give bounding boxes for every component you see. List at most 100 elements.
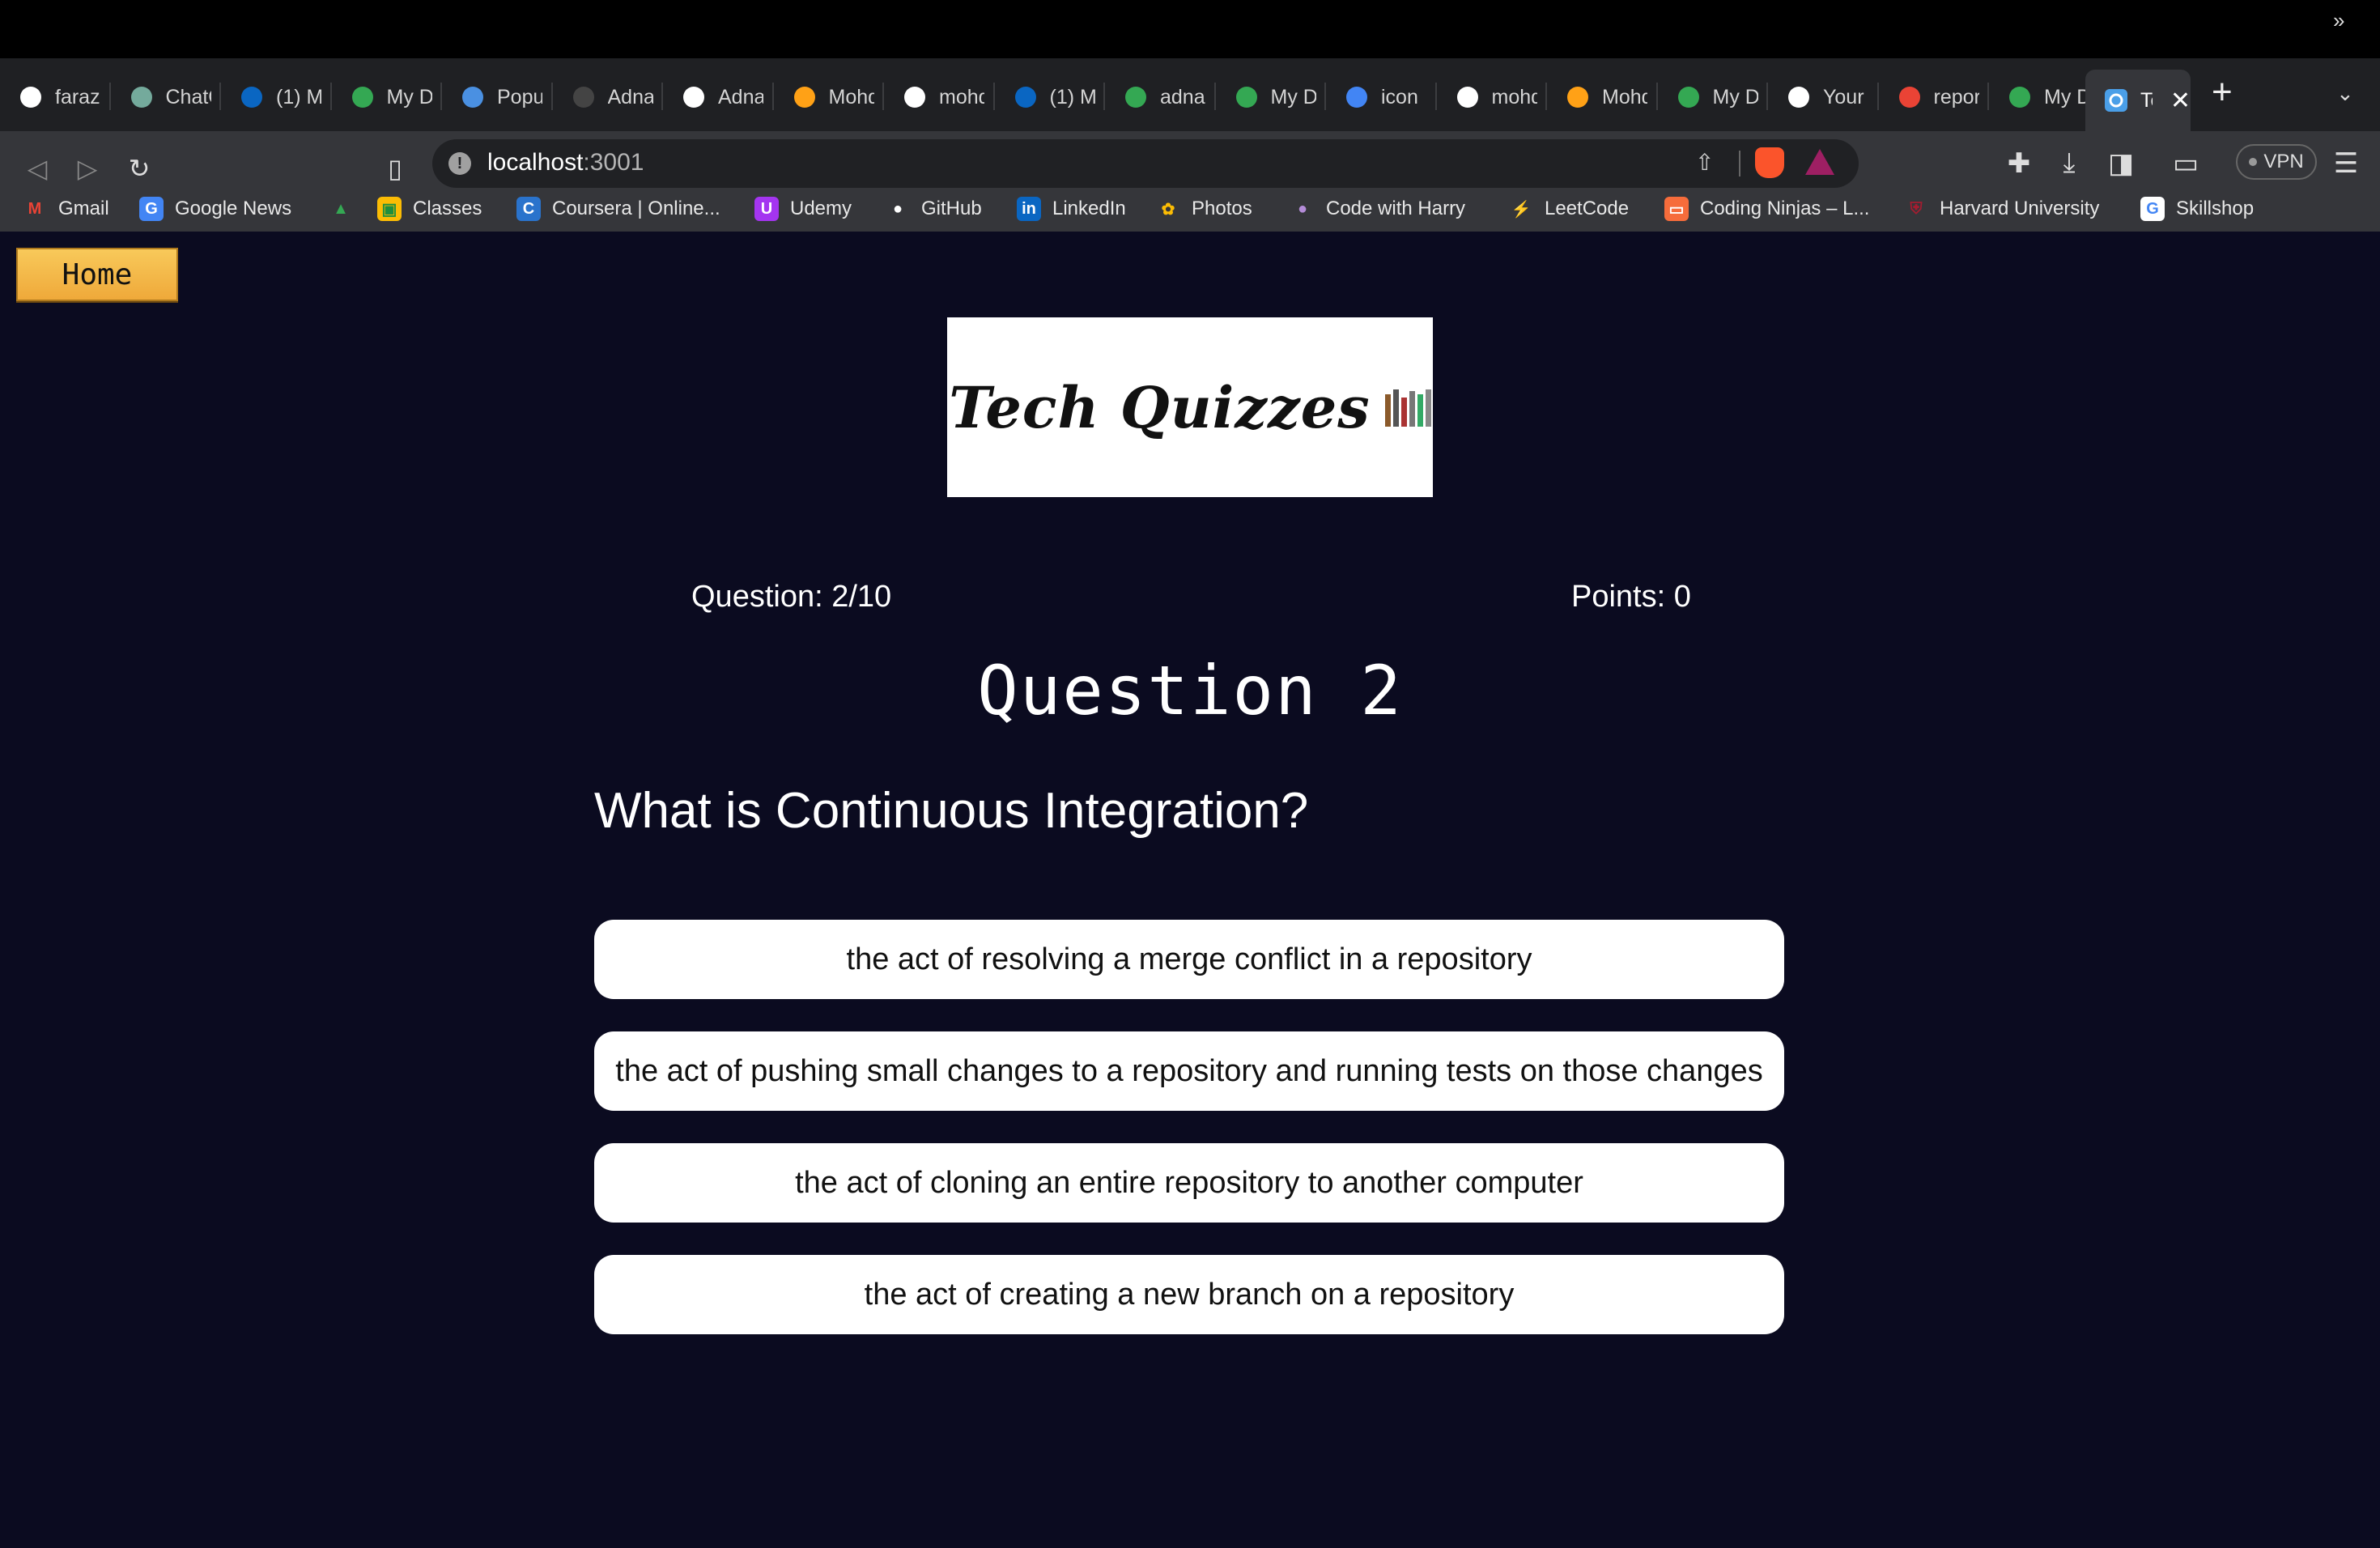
browser-tab[interactable]: Your (1768, 71, 1879, 123)
browser-tab[interactable]: ChatGPT (111, 71, 221, 123)
tab-title: Mohd (828, 85, 874, 108)
bookmark-label: Udemy (790, 198, 852, 219)
close-tab-icon[interactable]: ✕ (2170, 87, 2191, 115)
browser-tab[interactable]: Mohd (774, 71, 884, 123)
bookmark-label: Coding Ninjas – L... (1700, 198, 1870, 219)
tab-title: (1) My (1049, 85, 1095, 108)
site-info-icon[interactable]: ! (448, 152, 471, 175)
bookmarks-overflow-icon[interactable]: » (2333, 8, 2344, 33)
bookmark-item[interactable]: ⛨ Harvard University (1904, 194, 2100, 223)
answer-option-3[interactable]: the act of cloning an entire repository … (594, 1143, 1784, 1223)
downloads-icon[interactable]: ⤓ (2051, 147, 2087, 179)
answer-option-2[interactable]: the act of pushing small changes to a re… (594, 1031, 1784, 1111)
wallet-icon[interactable]: ▭ (2168, 147, 2204, 180)
codingninjas-icon: ▭ (1664, 197, 1689, 221)
question-text: What is Continuous Integration? (594, 783, 1309, 839)
brave-shields-icon[interactable] (1755, 147, 1784, 178)
home-button[interactable]: Home (16, 248, 178, 301)
browser-tab[interactable]: Adnan (553, 71, 663, 123)
bookmark-item[interactable]: U Udemy (754, 194, 852, 223)
leetcode-icon (1565, 84, 1591, 110)
bookmark-item[interactable]: ▣ Classes (377, 194, 482, 223)
bookmark-item[interactable]: ✿ Photos (1156, 194, 1252, 223)
tab-title: mohd (939, 85, 984, 108)
reload-icon[interactable]: ↻ (120, 149, 159, 188)
browser-tab[interactable]: mohd (884, 71, 995, 123)
browser-tab[interactable]: adnan (1105, 71, 1216, 123)
browser-tab[interactable]: Adnan (663, 71, 774, 123)
brave-rewards-icon[interactable] (1805, 149, 1834, 175)
github-icon: ● (892, 199, 903, 218)
tab-title: faraz (55, 85, 100, 108)
browser-tab[interactable]: (1) My (221, 71, 332, 123)
browser-tab[interactable]: faraz (0, 71, 111, 123)
codepen-icon (460, 84, 486, 110)
bookmark-item[interactable]: G Google News (139, 194, 291, 223)
bookmark-item[interactable]: ⚡ LeetCode (1509, 194, 1630, 223)
github-icon (902, 84, 928, 110)
tab-title: ChatGPT (165, 85, 211, 108)
menu-icon[interactable]: ☰ (2328, 147, 2364, 180)
github-icon (681, 84, 707, 110)
tab-strip: faraz ChatGPT (1) My My Drive Popular Adnan Ad… (0, 58, 2380, 131)
bookmark-item[interactable]: G Skillshop (2140, 194, 2254, 223)
question-counter: Question: 2/10 (691, 580, 892, 614)
bookmark-item[interactable]: M Gmail (23, 194, 109, 223)
tab-title: My Drive (2044, 85, 2089, 108)
extensions-icon[interactable]: ✚ (2001, 147, 2037, 180)
browser-tab[interactable]: mohd (1437, 71, 1547, 123)
tab-title: My Drive (1270, 85, 1316, 108)
github-icon (1455, 84, 1481, 110)
browser-tab[interactable]: (1) My (995, 71, 1105, 123)
bookmark-item[interactable]: in LinkedIn (1017, 194, 1126, 223)
forward-icon[interactable]: ▷ (68, 149, 107, 188)
vpn-button[interactable]: VPN (2236, 144, 2317, 180)
browser-tab[interactable]: icon (1326, 71, 1437, 123)
bookmark-item[interactable]: ▲ (329, 194, 353, 223)
gmail-icon (1897, 84, 1923, 110)
coursera-icon: C (516, 197, 541, 221)
vpn-status-dot (2249, 158, 2258, 166)
tab-title: My Drive (1712, 85, 1758, 108)
browser-tab[interactable]: Mohd (1547, 71, 1658, 123)
google-icon (1344, 84, 1370, 110)
tab-title: mohd (1491, 85, 1537, 108)
harvard-icon: ⛨ (1910, 199, 1923, 218)
browser-tab[interactable]: My Drive (1216, 71, 1326, 123)
bookmark-icon[interactable]: ▯ (376, 149, 414, 188)
chatgpt-icon (129, 84, 155, 110)
tab-search-menu-icon[interactable]: ⌄ (2336, 81, 2354, 106)
new-tab-button[interactable]: + (2212, 74, 2233, 110)
share-icon[interactable]: ⇧ (1695, 149, 1714, 176)
bookmark-label: Code with Harry (1326, 198, 1466, 219)
bookmark-label: Skillshop (2176, 198, 2255, 219)
bookmark-item[interactable]: ▭ Coding Ninjas – L... (1664, 194, 1869, 223)
bookmark-item[interactable]: C Coursera | Online... (516, 194, 720, 223)
bookmark-item[interactable]: ● GitHub (886, 194, 982, 223)
drive-icon (2007, 84, 2033, 110)
bookmark-label: Coursera | Online... (552, 198, 720, 219)
answer-option-1[interactable]: the act of resolving a merge conflict in… (594, 920, 1784, 999)
sidebar-icon[interactable]: ◨ (2103, 147, 2139, 180)
active-tab[interactable]: Tech ✕ (2085, 70, 2191, 131)
browser-tab[interactable]: My Drive (332, 71, 442, 123)
browser-tab[interactable]: My Drive (1989, 71, 2100, 123)
github-icon (18, 84, 44, 110)
bookmark-item[interactable]: ● Code with Harry (1290, 194, 1465, 223)
browser-tab[interactable]: Popular (442, 71, 553, 123)
browser-tab[interactable]: report (1879, 71, 1989, 123)
leetcode-icon (792, 84, 818, 110)
tab-title: icon (1381, 85, 1418, 108)
bookmark-label: Google News (175, 198, 292, 219)
answer-option-4[interactable]: the act of creating a new branch on a re… (594, 1255, 1784, 1334)
window-top-bar (0, 0, 2380, 58)
tab-title: report (1933, 85, 1979, 108)
udemy-icon: U (754, 197, 779, 221)
url-text[interactable]: localhost:3001 (487, 149, 644, 176)
tab-title: Adnan (718, 85, 763, 108)
browser-tab[interactable]: My Drive (1658, 71, 1768, 123)
address-bar[interactable]: ! localhost:3001 ⇧ (432, 139, 1859, 188)
tab-title: Mohd (1602, 85, 1647, 108)
back-icon[interactable]: ◁ (18, 149, 57, 188)
bookmark-label: LinkedIn (1052, 198, 1126, 219)
